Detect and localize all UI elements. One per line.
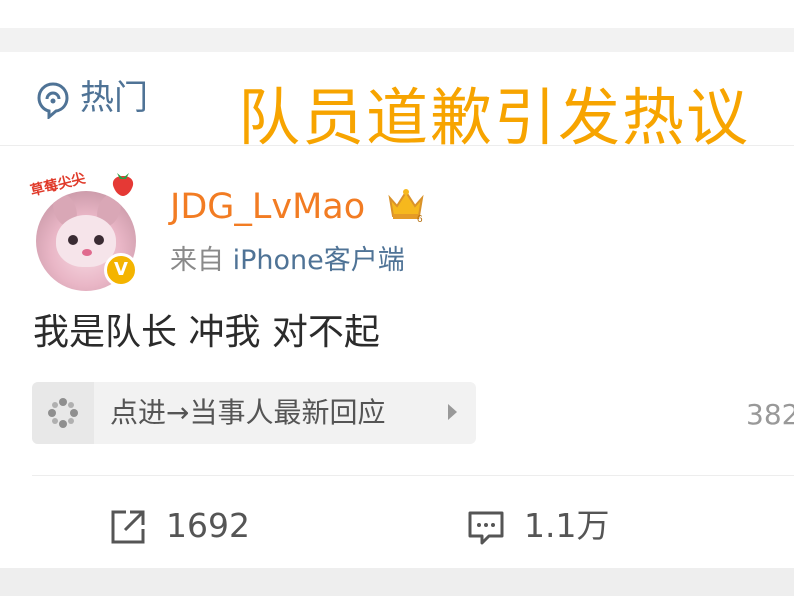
hot-topic-icon	[37, 82, 69, 119]
share-count: 1692	[166, 506, 250, 545]
link-label: 点进→当事人最新回应	[110, 396, 386, 429]
post-source: 来自 iPhone客户端	[170, 244, 405, 278]
link-icon-box	[32, 382, 94, 444]
verified-badge: V	[104, 253, 138, 287]
action-divider	[32, 475, 794, 476]
source-app[interactable]: iPhone客户端	[233, 245, 405, 276]
post-text: 我是队长 冲我 对不起	[33, 312, 380, 353]
comment-count: 1.1万	[524, 506, 610, 545]
hot-label: 热门	[80, 78, 148, 118]
overlay-headline: 队员道歉引发热议	[238, 81, 751, 154]
chevron-right-icon	[448, 404, 457, 420]
member-crown-icon[interactable]: 6	[386, 184, 426, 224]
hot-section-header[interactable]: 热门 队员道歉引发热议	[0, 52, 794, 153]
svg-text:6: 6	[417, 214, 423, 224]
comment-icon	[468, 511, 504, 545]
feed-separator	[0, 28, 794, 52]
side-count: 382	[746, 398, 794, 431]
link-card-icon	[48, 398, 78, 428]
link-card[interactable]: 点进→当事人最新回应	[32, 382, 476, 444]
share-icon	[111, 510, 145, 544]
feed-separator-bottom	[0, 568, 794, 596]
top-spacer	[0, 0, 794, 28]
strawberry-icon	[112, 173, 134, 196]
source-prefix: 来自	[170, 245, 233, 276]
weibo-post-card: 热门 队员道歉引发热议 草莓尖尖 V JDG_LvMao 6 来自 iPhone…	[0, 52, 794, 568]
username[interactable]: JDG_LvMao	[170, 186, 365, 228]
